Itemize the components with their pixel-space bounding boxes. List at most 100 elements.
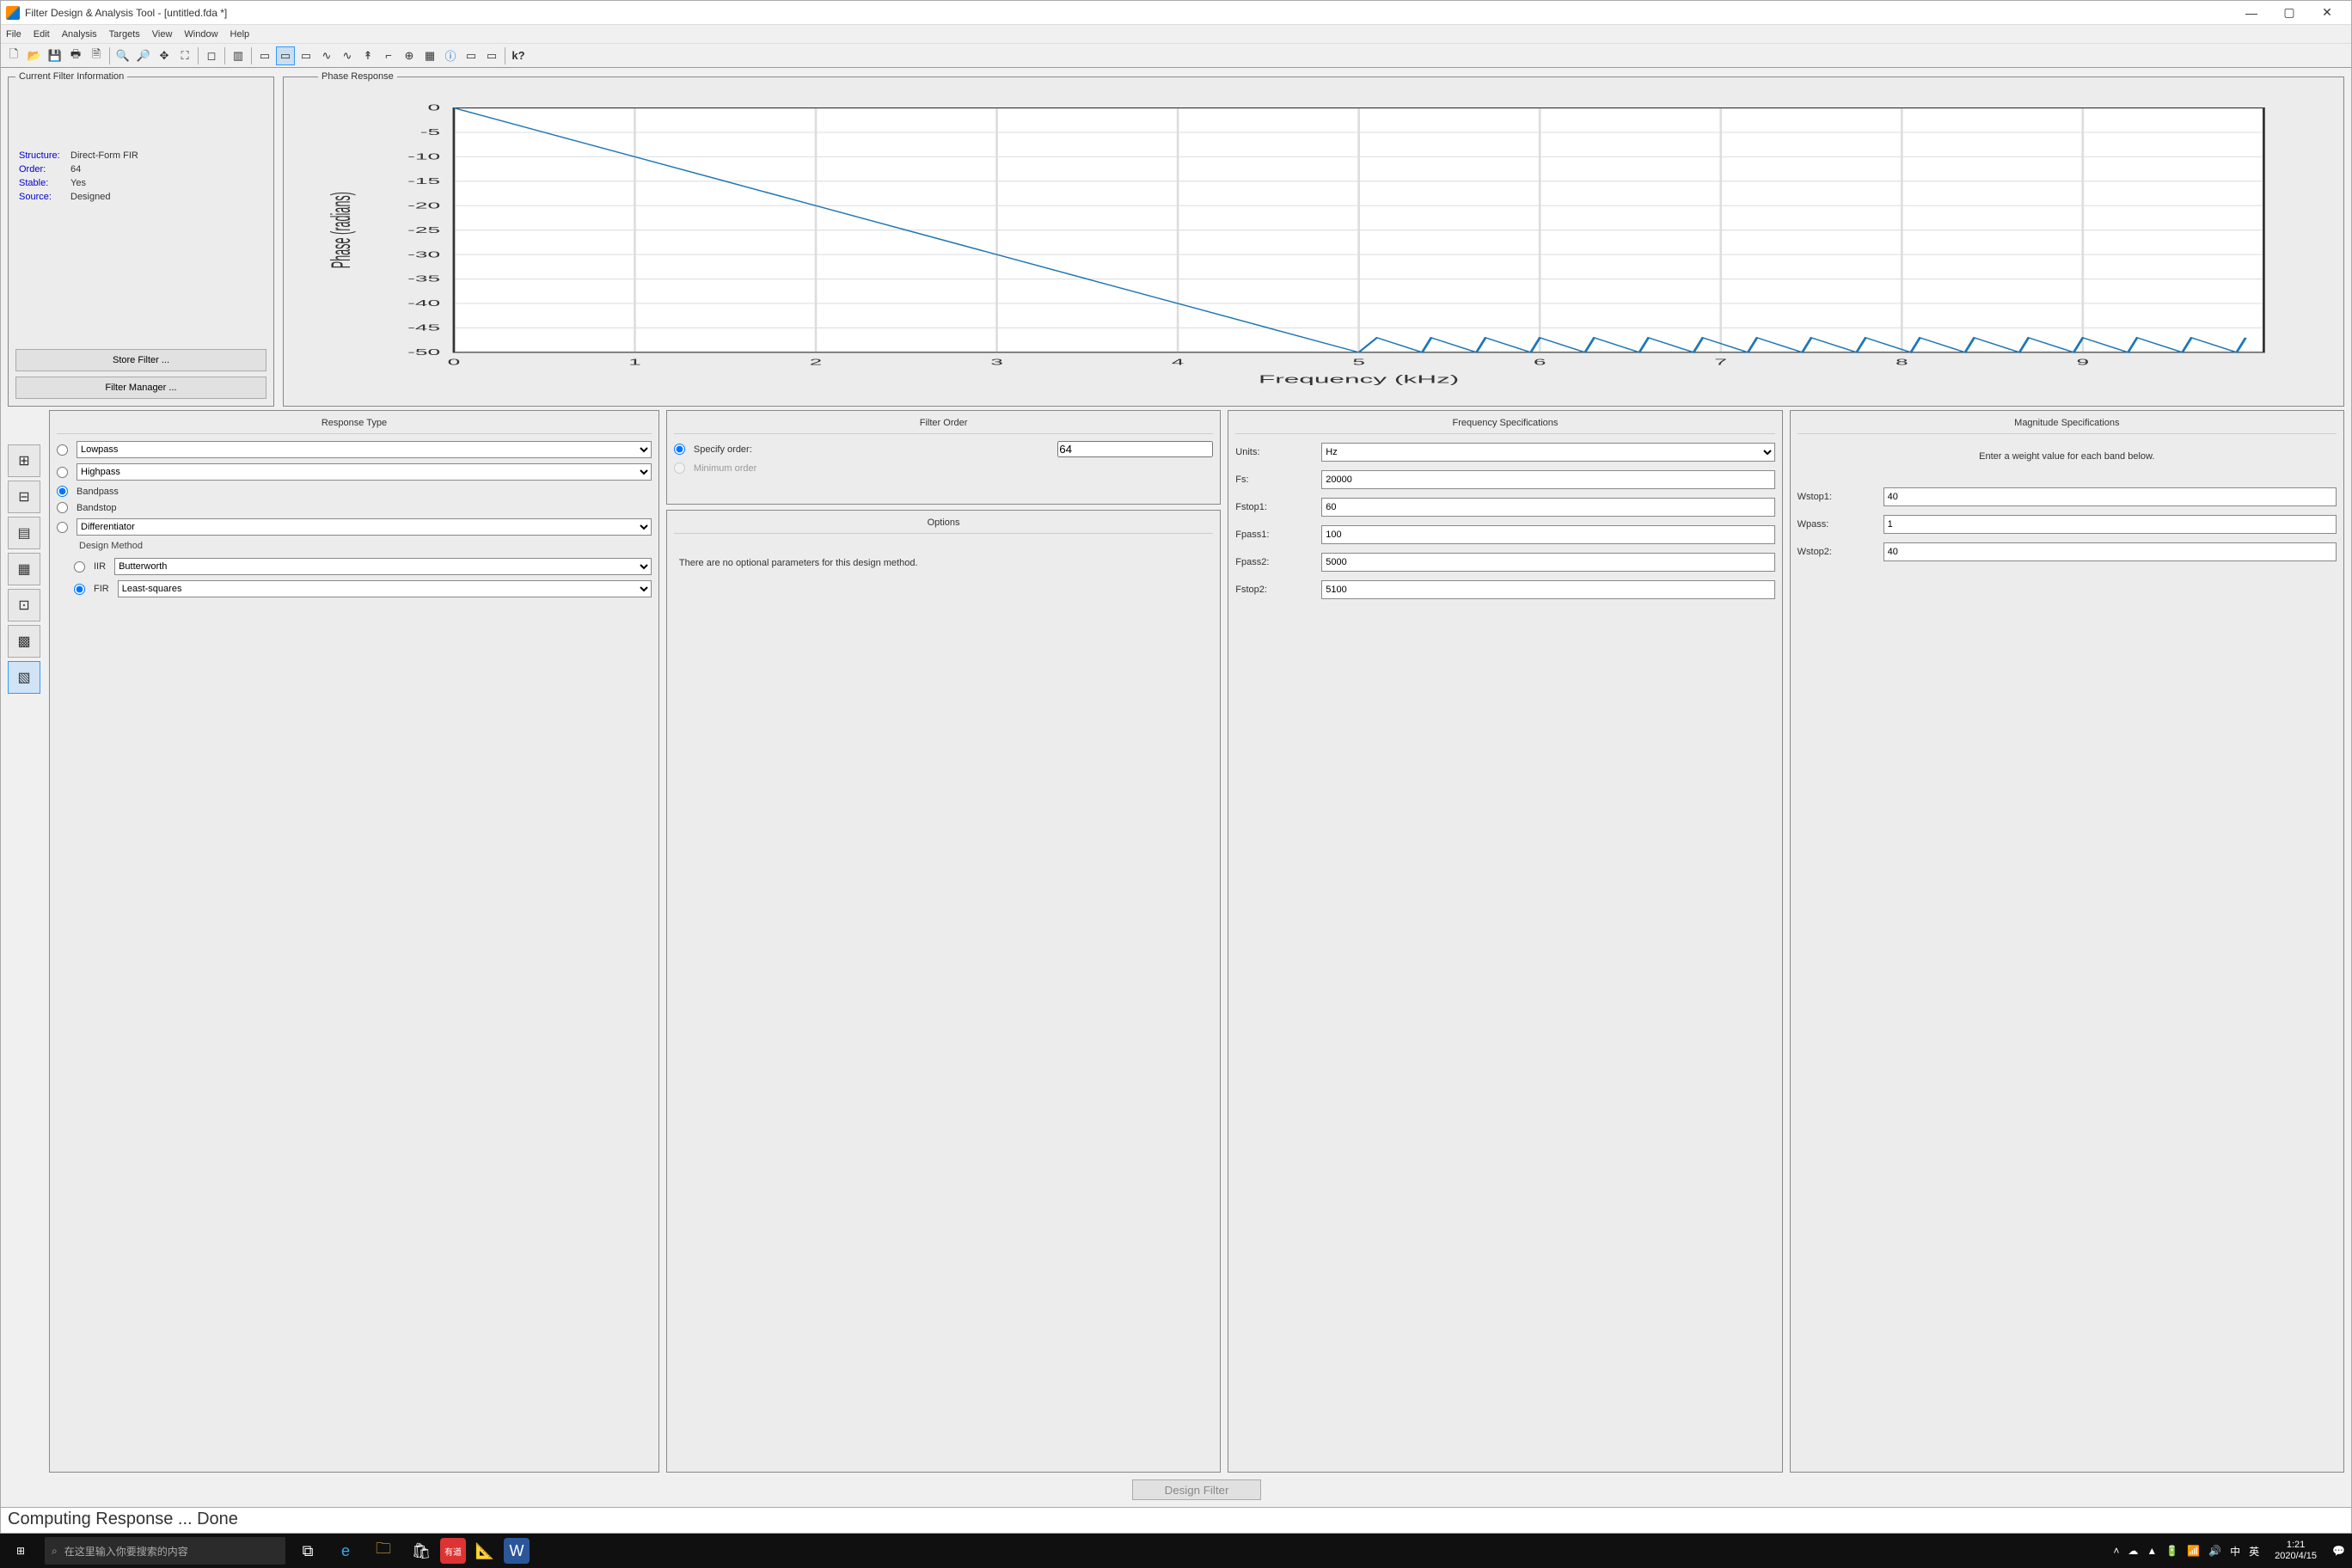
wstop1-input[interactable]: [1883, 487, 2337, 506]
filter-manager-button[interactable]: Filter Manager ...: [15, 377, 266, 399]
differentiator-select[interactable]: Differentiator: [77, 518, 652, 536]
save-icon[interactable]: 💾: [46, 46, 64, 65]
fstop2-input[interactable]: [1321, 580, 1774, 599]
highpass-radio[interactable]: [57, 467, 68, 478]
context-help-icon[interactable]: k?: [509, 46, 528, 65]
phase-delay-icon[interactable]: ∿: [338, 46, 357, 65]
sidebar-mode-2[interactable]: ⊟: [8, 481, 40, 513]
wpass-input[interactable]: [1883, 515, 2337, 534]
system-tray[interactable]: ˄ ☁ ▲ 🔋 📶 🔊 中 英 1:21 2020/4/15 💬: [2106, 1540, 2352, 1562]
fpass2-input[interactable]: [1321, 553, 1774, 572]
store-icon[interactable]: 🛍: [402, 1534, 440, 1568]
taskbar-search[interactable]: ⌕ 在这里输入你要搜索的内容: [45, 1537, 285, 1565]
phase-resp-icon[interactable]: ▭: [276, 46, 295, 65]
pole-zero-icon[interactable]: ⊕: [400, 46, 419, 65]
group-delay-icon[interactable]: ∿: [317, 46, 336, 65]
full-view-icon[interactable]: ◻: [202, 46, 221, 65]
filter-specs-icon[interactable]: ▥: [229, 46, 248, 65]
print-icon[interactable]: 🖶: [66, 46, 85, 65]
menu-targets[interactable]: Targets: [109, 29, 140, 40]
sidebar-mode-1[interactable]: ⊞: [8, 444, 40, 477]
lowpass-radio[interactable]: [57, 444, 68, 456]
differentiator-radio[interactable]: [57, 522, 68, 533]
open-icon[interactable]: 📂: [25, 46, 44, 65]
zoom-in-icon[interactable]: 🔍: [113, 46, 132, 65]
taskbar: ⊞ ⌕ 在这里输入你要搜索的内容 ⧉ e 🗀 🛍 有道 📐 W ˄ ☁ ▲ 🔋 …: [0, 1534, 2352, 1568]
iir-label[interactable]: IIR: [94, 561, 106, 572]
word-icon[interactable]: W: [504, 1538, 530, 1564]
fir-radio[interactable]: [74, 584, 85, 595]
restore-view-icon[interactable]: ⛶: [175, 46, 194, 65]
zoom-out-icon[interactable]: 🔎: [134, 46, 153, 65]
matlab-icon[interactable]: 📐: [466, 1534, 504, 1568]
menu-window[interactable]: Window: [184, 29, 217, 40]
specify-order-input[interactable]: [1057, 441, 1213, 457]
fstop1-input[interactable]: [1321, 498, 1774, 517]
lang-en[interactable]: 英: [2249, 1544, 2259, 1559]
specify-order-label[interactable]: Specify order:: [694, 444, 752, 455]
pan-icon[interactable]: ✥: [155, 46, 174, 65]
bandstop-radio[interactable]: [57, 502, 68, 513]
sidebar-mode-3[interactable]: ▤: [8, 517, 40, 549]
onedrive-icon[interactable]: ▲: [2147, 1545, 2157, 1557]
menu-help[interactable]: Help: [230, 29, 250, 40]
fs-input[interactable]: [1321, 470, 1774, 489]
notifications-icon[interactable]: 💬: [2332, 1545, 2345, 1557]
svg-text:5: 5: [1352, 358, 1365, 368]
bandpass-label[interactable]: Bandpass: [77, 487, 119, 497]
volume-icon[interactable]: 🔊: [2208, 1545, 2221, 1557]
svg-text:-35: -35: [407, 274, 440, 285]
lang-zh[interactable]: 中: [2230, 1544, 2240, 1559]
taskbar-clock[interactable]: 1:21 2020/4/15: [2268, 1540, 2324, 1562]
edge-icon[interactable]: e: [327, 1534, 364, 1568]
sidebar-mode-design[interactable]: ▧: [8, 661, 40, 694]
menu-file[interactable]: File: [6, 29, 21, 40]
print-preview-icon[interactable]: 🗎: [87, 46, 106, 65]
highpass-select[interactable]: Highpass: [77, 463, 652, 481]
cloud-icon[interactable]: ☁: [2128, 1545, 2138, 1557]
fpass1-input[interactable]: [1321, 525, 1774, 544]
start-button[interactable]: ⊞: [0, 1534, 41, 1568]
tray-up-icon[interactable]: ˄: [2113, 1545, 2119, 1557]
svg-text:-45: -45: [407, 323, 440, 334]
iir-radio[interactable]: [74, 561, 85, 573]
app-red-icon[interactable]: 有道: [440, 1538, 466, 1564]
menu-view[interactable]: View: [152, 29, 173, 40]
iir-select[interactable]: Butterworth: [114, 558, 652, 575]
sidebar-mode-6[interactable]: ▩: [8, 625, 40, 658]
specify-order-radio[interactable]: [674, 444, 685, 455]
magnitude-estimate-icon[interactable]: ▭: [462, 46, 481, 65]
maximize-button[interactable]: ▢: [2270, 1, 2308, 25]
mag-resp-icon[interactable]: ▭: [255, 46, 274, 65]
task-view-icon[interactable]: ⧉: [289, 1534, 327, 1568]
sidebar-mode-4[interactable]: ▦: [8, 553, 40, 585]
menu-edit[interactable]: Edit: [34, 29, 50, 40]
fir-label[interactable]: FIR: [94, 584, 109, 594]
design-filter-button[interactable]: Design Filter: [1132, 1479, 1261, 1500]
coeffs-icon[interactable]: ▦: [420, 46, 439, 65]
info-icon[interactable]: ⓘ: [441, 46, 460, 65]
noise-icon[interactable]: ▭: [482, 46, 501, 65]
bandpass-radio[interactable]: [57, 486, 68, 497]
store-filter-button[interactable]: Store Filter ...: [15, 349, 266, 371]
explorer-icon[interactable]: 🗀: [364, 1534, 402, 1568]
main-area: Current Filter Information Structure:Dir…: [1, 68, 2351, 1507]
wifi-icon[interactable]: 📶: [2187, 1545, 2200, 1557]
impulse-resp-icon[interactable]: ↟: [358, 46, 377, 65]
sidebar-mode-5[interactable]: ⊡: [8, 589, 40, 622]
battery-icon[interactable]: 🔋: [2165, 1545, 2178, 1557]
svg-text:7: 7: [1714, 358, 1727, 368]
new-icon[interactable]: 🗋: [4, 46, 23, 65]
menu-analysis[interactable]: Analysis: [62, 29, 97, 40]
units-select[interactable]: Hz: [1321, 443, 1774, 462]
minimize-button[interactable]: —: [2233, 1, 2270, 25]
wstop2-input[interactable]: [1883, 542, 2337, 561]
freq-title: Frequency Specifications: [1235, 418, 1774, 434]
lowpass-select[interactable]: Lowpass: [77, 441, 652, 458]
bandstop-label[interactable]: Bandstop: [77, 503, 116, 513]
fir-select[interactable]: Least-squares: [118, 580, 652, 597]
step-resp-icon[interactable]: ⌐: [379, 46, 398, 65]
window-title: Filter Design & Analysis Tool - [untitle…: [25, 7, 2233, 19]
mag-phase-icon[interactable]: ▭: [297, 46, 315, 65]
close-button[interactable]: ✕: [2308, 1, 2346, 25]
